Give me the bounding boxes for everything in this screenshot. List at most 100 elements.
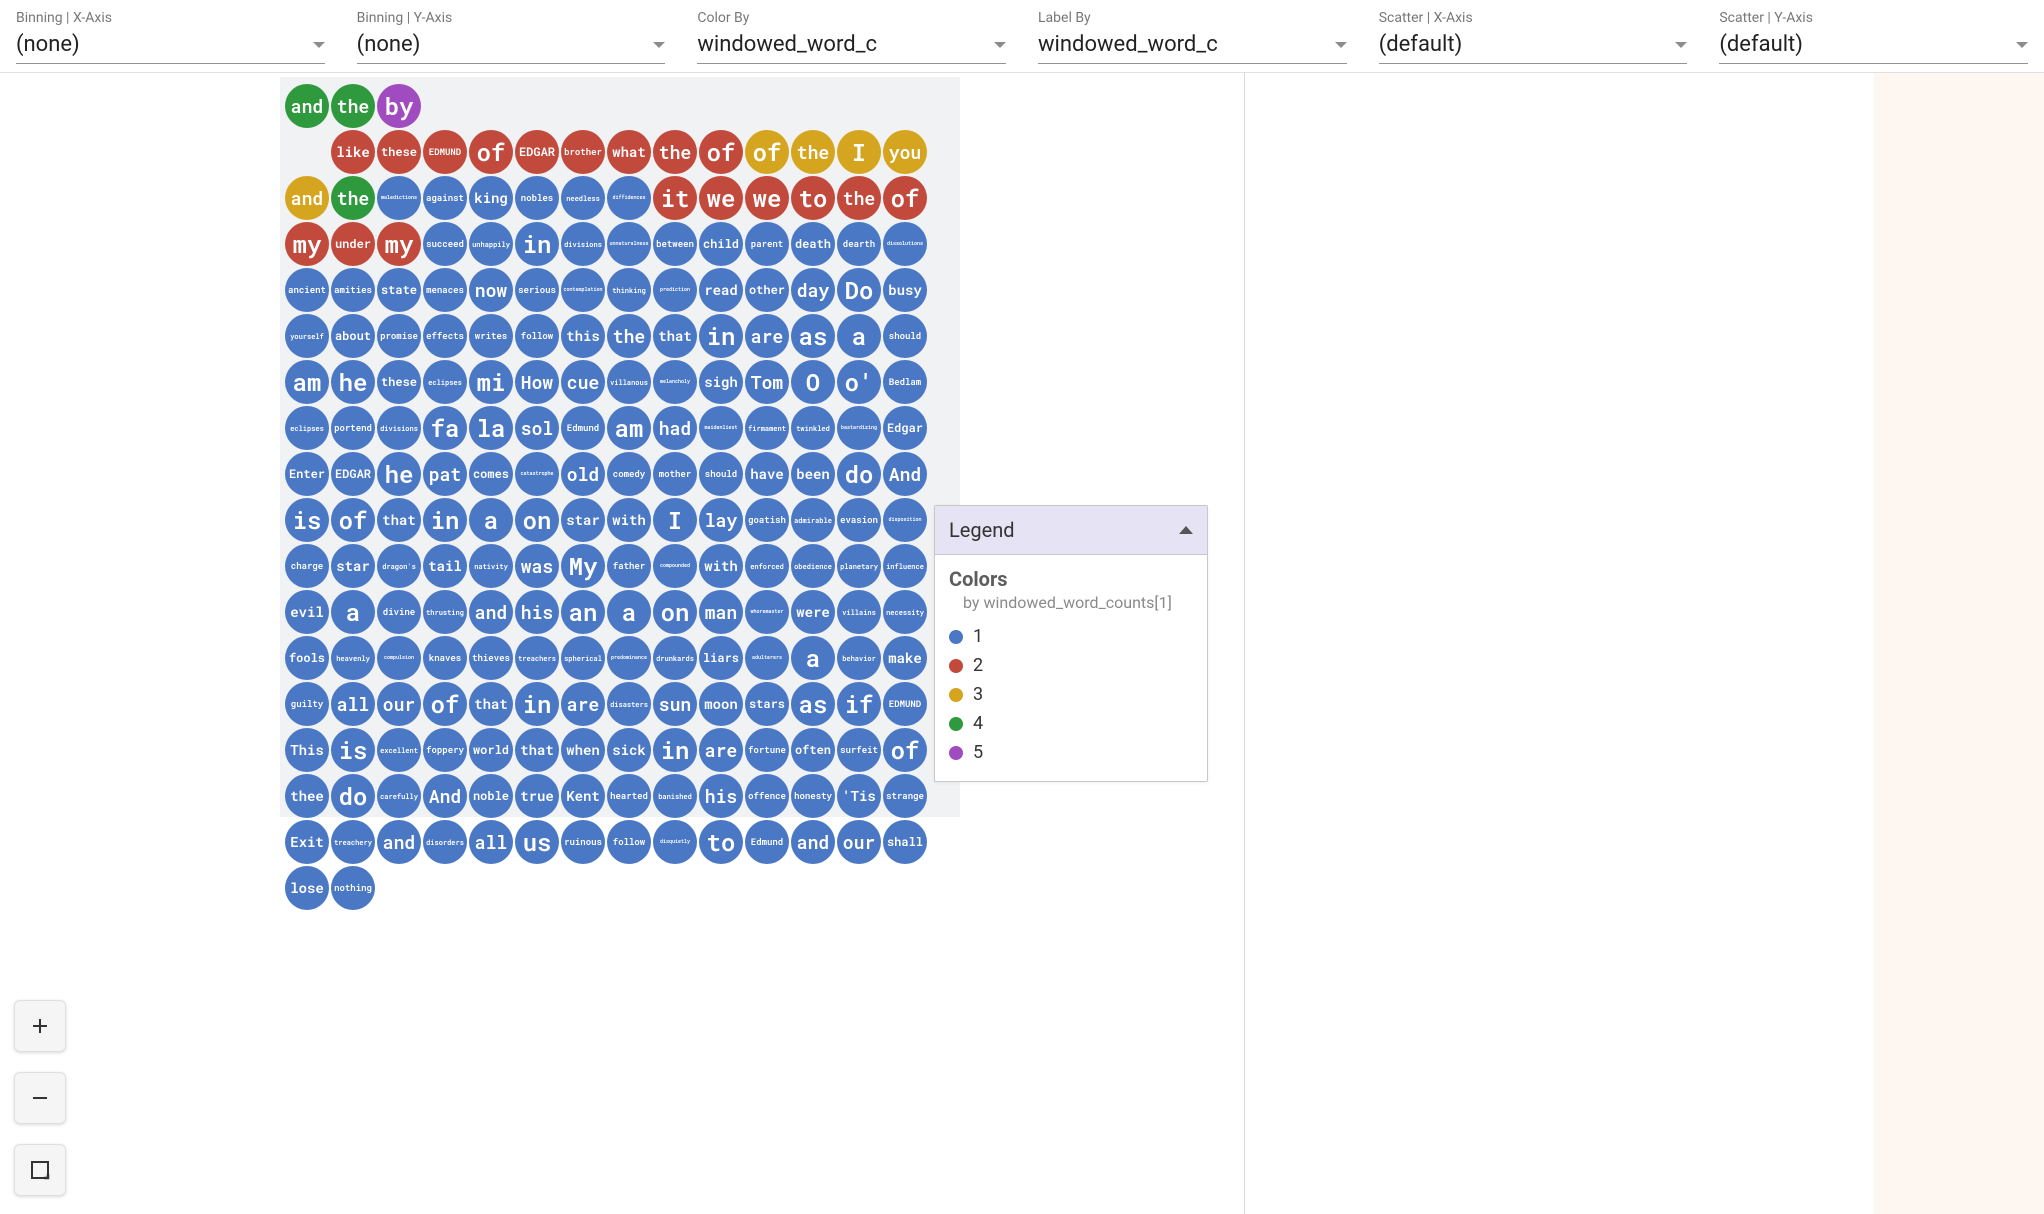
- bubble[interactable]: heavenly: [331, 636, 375, 680]
- bubble[interactable]: mi: [469, 360, 513, 404]
- bubble[interactable]: my: [377, 222, 421, 266]
- bubble[interactable]: other: [745, 268, 789, 312]
- bubble[interactable]: pat: [423, 452, 467, 496]
- legend-item[interactable]: 1: [949, 622, 1193, 651]
- bubble[interactable]: thee: [285, 774, 329, 818]
- bubble[interactable]: Exit: [285, 820, 329, 864]
- bubble[interactable]: treachers: [515, 636, 559, 680]
- bubble[interactable]: that: [377, 498, 421, 542]
- bubble[interactable]: This: [285, 728, 329, 772]
- bubble[interactable]: we: [745, 176, 789, 220]
- bubble[interactable]: of: [883, 176, 927, 220]
- bubble[interactable]: star: [561, 498, 605, 542]
- bubble[interactable]: EDMUND: [423, 130, 467, 174]
- bubble[interactable]: influence: [883, 544, 927, 588]
- bubble[interactable]: and: [285, 176, 329, 220]
- bubble[interactable]: villanous: [607, 360, 651, 404]
- bubble[interactable]: behavior: [837, 636, 881, 680]
- bubble[interactable]: what: [607, 130, 651, 174]
- bubble[interactable]: And: [423, 774, 467, 818]
- bubble[interactable]: under: [331, 222, 375, 266]
- bubble[interactable]: hearted: [607, 774, 651, 818]
- bubble[interactable]: busy: [883, 268, 927, 312]
- bubble[interactable]: contemplation: [561, 268, 605, 312]
- bubble[interactable]: Bedlam: [883, 360, 927, 404]
- bubble[interactable]: evil: [285, 590, 329, 634]
- bubble[interactable]: foppery: [423, 728, 467, 772]
- bubble[interactable]: honesty: [791, 774, 835, 818]
- bubble[interactable]: disposition: [883, 498, 927, 542]
- bubble[interactable]: read: [699, 268, 743, 312]
- dropdown-color-by[interactable]: Color Bywindowed_word_c: [697, 10, 1006, 64]
- bubble[interactable]: in: [515, 222, 559, 266]
- bubble[interactable]: fortune: [745, 728, 789, 772]
- bubble[interactable]: fools: [285, 636, 329, 680]
- bubble[interactable]: liars: [699, 636, 743, 680]
- bubble[interactable]: this: [561, 314, 605, 358]
- bubble[interactable]: thinking: [607, 268, 651, 312]
- bubble[interactable]: shall: [883, 820, 927, 864]
- bubble[interactable]: day: [791, 268, 835, 312]
- bubble[interactable]: portend: [331, 406, 375, 450]
- bubble[interactable]: serious: [515, 268, 559, 312]
- bubble[interactable]: true: [515, 774, 559, 818]
- bubble[interactable]: strange: [883, 774, 927, 818]
- bubble[interactable]: that: [653, 314, 697, 358]
- bubble[interactable]: promise: [377, 314, 421, 358]
- bubble[interactable]: effects: [423, 314, 467, 358]
- bubble[interactable]: unhappily: [469, 222, 513, 266]
- bubble[interactable]: the: [837, 176, 881, 220]
- bubble[interactable]: eclipses: [423, 360, 467, 404]
- bubble[interactable]: with: [699, 544, 743, 588]
- bubble[interactable]: firmament: [745, 406, 789, 450]
- bubble[interactable]: and: [469, 590, 513, 634]
- bubble[interactable]: yourself: [285, 314, 329, 358]
- bubble[interactable]: knaves: [423, 636, 467, 680]
- bubble[interactable]: like: [331, 130, 375, 174]
- bubble[interactable]: a: [837, 314, 881, 358]
- bubble[interactable]: that: [515, 728, 559, 772]
- bubble[interactable]: Kent: [561, 774, 605, 818]
- bubble[interactable]: are: [561, 682, 605, 726]
- bubble[interactable]: O: [791, 360, 835, 404]
- bubble[interactable]: How: [515, 360, 559, 404]
- bubble[interactable]: goatish: [745, 498, 789, 542]
- bubble[interactable]: I: [653, 498, 697, 542]
- bubble[interactable]: had: [653, 406, 697, 450]
- bubble[interactable]: nobles: [515, 176, 559, 220]
- bubble[interactable]: thieves: [469, 636, 513, 680]
- dropdown-value[interactable]: (default): [1719, 28, 2028, 64]
- bubble[interactable]: these: [377, 360, 421, 404]
- bubble[interactable]: banished: [653, 774, 697, 818]
- dropdown-value[interactable]: windowed_word_c: [1038, 28, 1347, 64]
- bubble[interactable]: ruinous: [561, 820, 605, 864]
- bubble[interactable]: villains: [837, 590, 881, 634]
- dropdown-label-by[interactable]: Label Bywindowed_word_c: [1038, 10, 1347, 64]
- bubble[interactable]: of: [745, 130, 789, 174]
- bubble[interactable]: enforced: [745, 544, 789, 588]
- bubble[interactable]: I: [837, 130, 881, 174]
- bubble[interactable]: stars: [745, 682, 789, 726]
- bubble[interactable]: noble: [469, 774, 513, 818]
- bubble[interactable]: spherical: [561, 636, 605, 680]
- bubble[interactable]: diffidences: [607, 176, 651, 220]
- bubble[interactable]: of: [469, 130, 513, 174]
- bubble[interactable]: Enter: [285, 452, 329, 496]
- bubble[interactable]: surfeit: [837, 728, 881, 772]
- bubble[interactable]: in: [515, 682, 559, 726]
- bubble[interactable]: carefully: [377, 774, 421, 818]
- legend-item[interactable]: 3: [949, 680, 1193, 709]
- bubble[interactable]: dissolutions: [883, 222, 927, 266]
- bubble[interactable]: are: [745, 314, 789, 358]
- bubble[interactable]: cue: [561, 360, 605, 404]
- bubble[interactable]: an: [561, 590, 605, 634]
- bubble[interactable]: Do: [837, 268, 881, 312]
- bubble[interactable]: of: [331, 498, 375, 542]
- bubble[interactable]: the: [791, 130, 835, 174]
- bubble[interactable]: nothing: [331, 866, 375, 910]
- bubble[interactable]: offence: [745, 774, 789, 818]
- bubble[interactable]: should: [699, 452, 743, 496]
- bubble[interactable]: with: [607, 498, 651, 542]
- bubble[interactable]: child: [699, 222, 743, 266]
- bubble[interactable]: you: [883, 130, 927, 174]
